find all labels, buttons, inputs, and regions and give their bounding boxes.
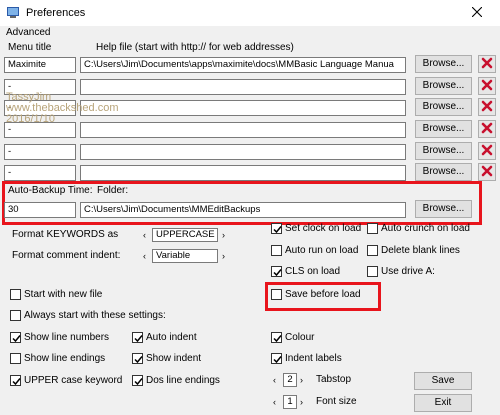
delete-x-icon xyxy=(481,57,493,72)
checkbox-box[interactable] xyxy=(271,353,282,364)
checkbox-box[interactable] xyxy=(132,332,143,343)
delete-button[interactable] xyxy=(478,98,496,116)
backup-time-label: Auto-Backup Time: xyxy=(8,185,93,196)
help-file-field[interactable] xyxy=(80,165,406,181)
title-bar: Preferences xyxy=(0,0,500,27)
tabstop-decrease[interactable]: ‹ xyxy=(273,374,276,386)
checkbox-box[interactable] xyxy=(271,332,282,343)
backup-folder-label: Folder: xyxy=(97,185,129,196)
help-file-field[interactable]: C:\Users\Jim\Documents\apps\maximite\doc… xyxy=(80,57,406,73)
browse-button[interactable]: Browse... xyxy=(415,55,472,73)
fontsize-label: Font size xyxy=(316,396,357,407)
watermark: TassyJim www.thebackshed.com 2016/1/10 xyxy=(6,92,119,125)
use-drive-a-label: Use drive A: xyxy=(381,266,435,277)
help-file-field[interactable] xyxy=(80,122,406,138)
delete-button[interactable] xyxy=(478,77,496,95)
checkbox-box[interactable] xyxy=(271,289,282,300)
auto-run-label: Auto run on load xyxy=(285,245,359,256)
browse-button[interactable]: Browse... xyxy=(415,120,472,138)
fontsize-increase[interactable]: › xyxy=(300,396,303,408)
browse-button[interactable]: Browse... xyxy=(415,77,472,95)
help-file-header: Help file (start with http:// for web ad… xyxy=(96,42,294,53)
save-before-load-label: Save before load xyxy=(285,289,361,300)
delete-button[interactable] xyxy=(478,163,496,181)
checkbox-box[interactable] xyxy=(132,353,143,364)
checkbox-box[interactable] xyxy=(10,375,21,386)
delete-x-icon xyxy=(481,144,493,159)
indent-labels-label: Indent labels xyxy=(285,353,342,364)
checkbox-box[interactable] xyxy=(10,332,21,343)
close-icon xyxy=(471,6,483,20)
auto-indent-label: Auto indent xyxy=(146,332,197,343)
fontsize-decrease[interactable]: ‹ xyxy=(273,396,276,408)
browse-button[interactable]: Browse... xyxy=(415,163,472,181)
format-keywords-prev[interactable]: ‹ xyxy=(143,229,146,241)
checkbox-box[interactable] xyxy=(10,310,21,321)
auto-crunch-label: Auto crunch on load xyxy=(381,223,470,234)
cls-on-load-label: CLS on load xyxy=(285,266,341,277)
backup-time-field[interactable]: 30 xyxy=(4,202,76,218)
upper-case-keyword-label: UPPER case keyword xyxy=(24,375,123,386)
set-clock-label: Set clock on load xyxy=(285,223,362,234)
browse-button[interactable]: Browse... xyxy=(415,142,472,160)
tabstop-increase[interactable]: › xyxy=(300,374,303,386)
help-file-field[interactable] xyxy=(80,100,406,116)
delete-button[interactable] xyxy=(478,120,496,138)
colour-label: Colour xyxy=(285,332,315,343)
help-file-field[interactable] xyxy=(80,144,406,160)
app-icon xyxy=(6,6,20,20)
show-indent-label: Show indent xyxy=(146,353,202,364)
delete-x-icon xyxy=(481,100,493,115)
checkbox-box[interactable] xyxy=(10,353,21,364)
format-comment-prev[interactable]: ‹ xyxy=(143,250,146,262)
format-comment-select[interactable]: Variable xyxy=(152,249,218,263)
format-keywords-next[interactable]: › xyxy=(222,229,225,241)
delete-blank-label: Delete blank lines xyxy=(381,245,460,256)
checkbox-box[interactable] xyxy=(367,223,378,234)
checkbox-box[interactable] xyxy=(271,245,282,256)
menu-title-header: Menu title xyxy=(8,42,52,53)
tabstop-value[interactable]: 2 xyxy=(283,373,297,387)
menu-title-field[interactable]: Maximite xyxy=(4,57,76,73)
exit-button[interactable]: Exit xyxy=(414,394,472,412)
start-new-file-label: Start with new file xyxy=(24,289,103,300)
checkbox-box[interactable] xyxy=(367,266,378,277)
menu-title-field[interactable]: - xyxy=(4,165,76,181)
format-keywords-label: Format KEYWORDS as xyxy=(12,229,119,240)
delete-x-icon xyxy=(481,165,493,180)
delete-button[interactable] xyxy=(478,142,496,160)
menu-title-field[interactable]: - xyxy=(4,144,76,160)
save-button[interactable]: Save xyxy=(414,372,472,390)
format-keywords-select[interactable]: UPPERCASE xyxy=(152,228,218,242)
backup-folder-field[interactable]: C:\Users\Jim\Documents\MMEditBackups xyxy=(80,202,406,218)
help-file-field[interactable] xyxy=(80,79,406,95)
format-comment-label: Format comment indent: xyxy=(12,250,121,261)
close-window-button[interactable] xyxy=(454,0,500,26)
show-line-numbers-label: Show line numbers xyxy=(24,332,110,343)
browse-button[interactable]: Browse... xyxy=(415,98,472,116)
format-comment-next[interactable]: › xyxy=(222,250,225,262)
backup-browse-button[interactable]: Browse... xyxy=(415,200,472,218)
checkbox-box[interactable] xyxy=(132,375,143,386)
fontsize-value[interactable]: 1 xyxy=(283,395,297,409)
delete-x-icon xyxy=(481,79,493,94)
checkbox-box[interactable] xyxy=(10,289,21,300)
checkbox-box[interactable] xyxy=(271,223,282,234)
checkbox-box[interactable] xyxy=(271,266,282,277)
window-title: Preferences xyxy=(26,7,86,19)
show-line-endings-label: Show line endings xyxy=(24,353,106,364)
delete-x-icon xyxy=(481,122,493,137)
delete-button[interactable] xyxy=(478,55,496,73)
always-start-label: Always start with these settings: xyxy=(24,310,166,321)
watermark-line: 2016/1/10 xyxy=(6,113,55,125)
checkbox-box[interactable] xyxy=(367,245,378,256)
dos-line-endings-label: Dos line endings xyxy=(146,375,220,386)
tabstop-label: Tabstop xyxy=(316,374,352,385)
menu-advanced[interactable]: Advanced xyxy=(6,27,50,38)
menu-bar: Advanced xyxy=(0,26,500,40)
